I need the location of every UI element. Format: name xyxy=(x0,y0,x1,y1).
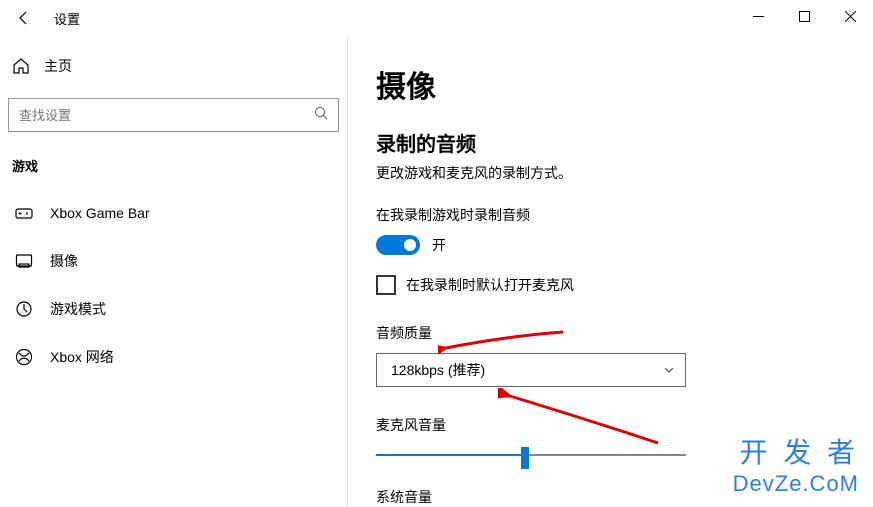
home-label: 主页 xyxy=(44,56,72,76)
search-input[interactable] xyxy=(19,108,314,123)
sidebar-item-label: 摄像 xyxy=(50,251,78,271)
toggle-state-label: 开 xyxy=(432,235,446,255)
search-input-wrapper[interactable] xyxy=(8,98,339,132)
close-icon xyxy=(845,11,856,22)
mic-default-label: 在我录制时默认打开麦克风 xyxy=(406,275,574,295)
back-button[interactable] xyxy=(8,2,40,34)
page-title: 摄像 xyxy=(376,62,873,106)
search-icon xyxy=(314,106,328,125)
audio-section-description: 更改游戏和麦克风的录制方式。 xyxy=(376,163,873,183)
section-label: 游戏 xyxy=(0,150,347,189)
mic-default-row: 在我录制时默认打开麦克风 xyxy=(376,275,873,295)
record-audio-toggle[interactable] xyxy=(376,235,420,255)
sidebar-item-label: Xbox 网络 xyxy=(50,347,114,367)
audio-section-title: 录制的音频 xyxy=(376,128,873,157)
back-arrow-icon xyxy=(16,10,32,26)
window-title: 设置 xyxy=(54,9,80,28)
sidebar-item-captures[interactable]: 摄像 xyxy=(0,237,347,285)
maximize-button[interactable] xyxy=(781,0,827,32)
mic-volume-label: 麦克风音量 xyxy=(376,415,873,435)
game-bar-icon xyxy=(14,203,34,223)
sidebar-item-label: Xbox Game Bar xyxy=(50,205,150,221)
home-icon xyxy=(12,57,30,75)
record-audio-toggle-row: 开 xyxy=(376,235,873,255)
mic-volume-slider[interactable] xyxy=(376,445,686,465)
chevron-down-icon xyxy=(663,364,675,376)
record-audio-label: 在我录制游戏时录制音频 xyxy=(376,205,873,225)
sidebar-item-xbox-network[interactable]: Xbox 网络 xyxy=(0,333,347,381)
sidebar-item-xbox-game-bar[interactable]: Xbox Game Bar xyxy=(0,189,347,237)
maximize-icon xyxy=(799,11,810,22)
close-button[interactable] xyxy=(827,0,873,32)
xbox-network-icon xyxy=(14,347,34,367)
toggle-knob xyxy=(404,239,416,251)
minimize-icon xyxy=(753,11,764,22)
audio-quality-value: 128kbps (推荐) xyxy=(391,360,485,380)
game-mode-icon xyxy=(14,299,34,319)
title-bar: 设置 xyxy=(0,0,873,36)
sidebar-item-game-mode[interactable]: 游戏模式 xyxy=(0,285,347,333)
slider-thumb[interactable] xyxy=(521,447,529,469)
minimize-button[interactable] xyxy=(735,0,781,32)
slider-fill xyxy=(376,454,525,456)
sidebar-item-label: 游戏模式 xyxy=(50,299,106,319)
home-link[interactable]: 主页 xyxy=(0,46,347,86)
system-volume-label: 系统音量 xyxy=(376,487,873,507)
mic-default-checkbox[interactable] xyxy=(376,275,396,295)
window-controls xyxy=(735,0,873,32)
capture-icon xyxy=(14,251,34,271)
audio-quality-dropdown[interactable]: 128kbps (推荐) xyxy=(376,353,686,387)
sidebar: 主页 游戏 Xbox Game Bar 摄像 游戏模式 Xbox 网络 xyxy=(0,36,348,507)
main-content: 摄像 录制的音频 更改游戏和麦克风的录制方式。 在我录制游戏时录制音频 开 在我… xyxy=(348,36,873,507)
audio-quality-label: 音频质量 xyxy=(376,323,873,343)
